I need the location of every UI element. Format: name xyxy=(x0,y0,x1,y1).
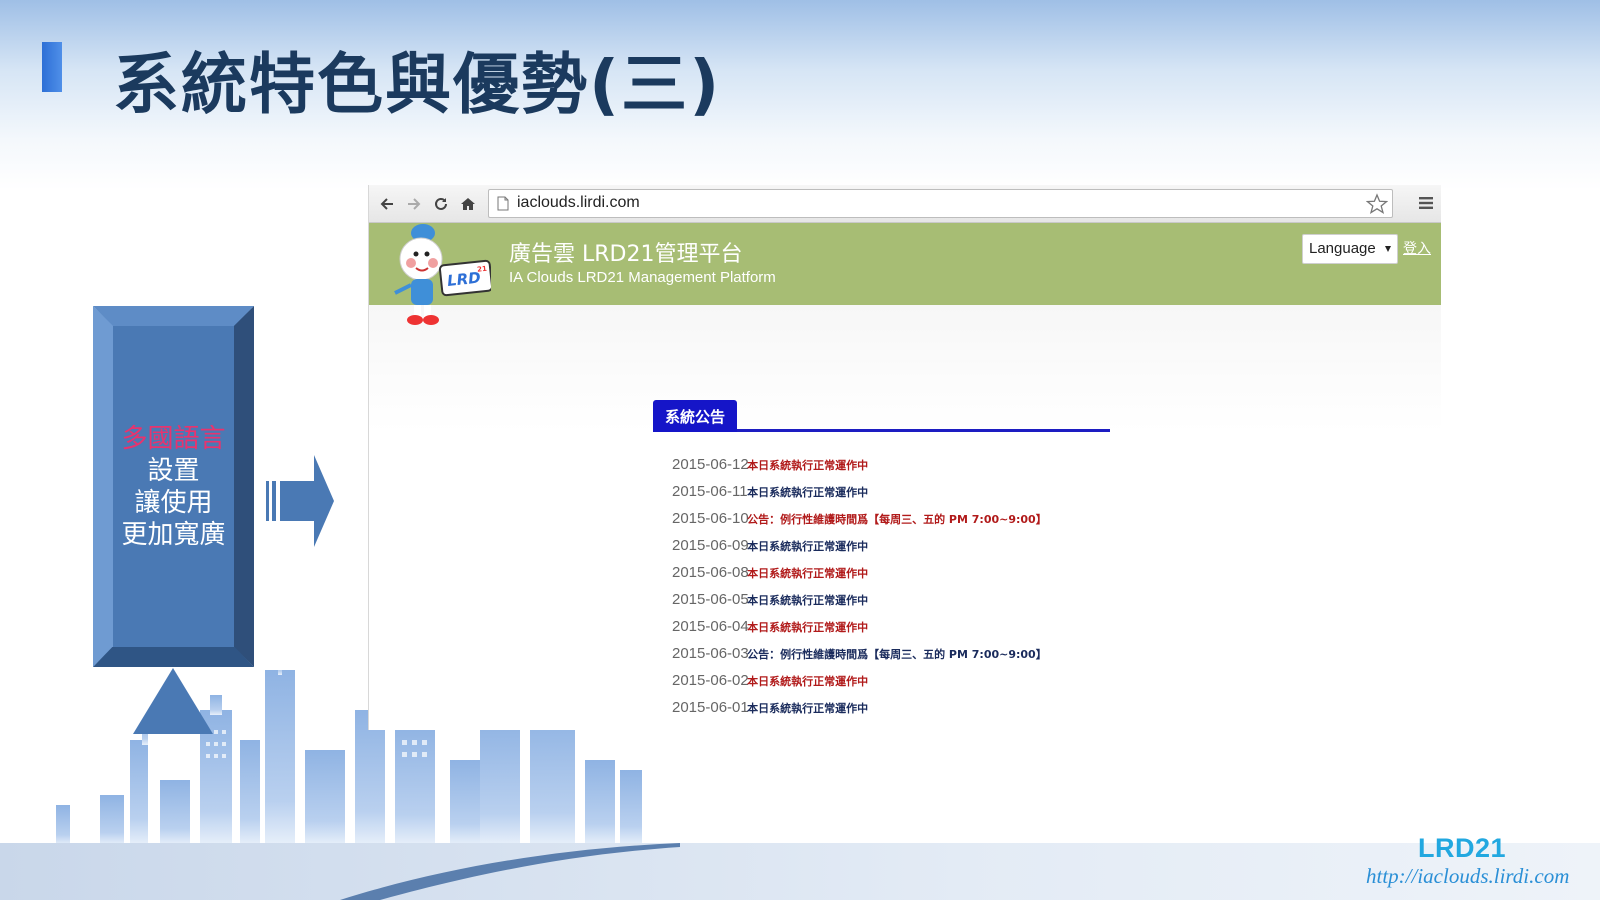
announcement-list: 2015-06-12 本日系統執行正常運作中 2015-06-11 本日系統執行… xyxy=(653,454,1110,724)
feature-callout-box: 多國語言 設置 讓使用 更加寬廣 xyxy=(93,306,254,667)
footer-band xyxy=(0,843,1600,900)
site-header: 廣告雲 LRD21管理平台 IA Clouds LRD21 Management… xyxy=(369,223,1441,305)
announcement-text[interactable]: 本日系統執行正常運作中 xyxy=(747,621,868,634)
mascot-logo-text: LRD xyxy=(446,269,481,290)
list-item[interactable]: 2015-06-03 公告：例行性維護時間爲【每周三、五的 PM 7:00~9:… xyxy=(653,643,1110,670)
feature-highlight-text: 多國語言 xyxy=(121,423,226,454)
announcement-date: 2015-06-01 xyxy=(672,699,749,716)
chevron-down-icon xyxy=(1385,246,1391,252)
announcement-text[interactable]: 本日系統執行正常運作中 xyxy=(747,675,868,688)
announcement-date: 2015-06-02 xyxy=(672,672,749,689)
brand-name: LRD21 xyxy=(1418,833,1507,863)
reload-icon[interactable] xyxy=(429,192,453,216)
list-item[interactable]: 2015-06-02 本日系統執行正常運作中 xyxy=(653,670,1110,697)
announcement-text[interactable]: 本日系統執行正常運作中 xyxy=(747,540,868,553)
mascot-logo-superscript: 21 xyxy=(477,265,488,274)
announcement-board: 系統公告 2015-06-12 本日系統執行正常運作中 2015-06-11 本… xyxy=(653,400,1110,724)
announcement-text[interactable]: 本日系統執行正常運作中 xyxy=(747,594,868,607)
list-item[interactable]: 2015-06-08 本日系統執行正常運作中 xyxy=(653,562,1110,589)
bookmark-star-icon[interactable] xyxy=(1366,193,1388,215)
mascot-logo: LRD 21 xyxy=(394,224,491,325)
announcement-text[interactable]: 公告：例行性維護時間爲【每周三、五的 PM 7:00~9:00】 xyxy=(747,513,1047,526)
announcement-text[interactable]: 本日系統執行正常運作中 xyxy=(747,702,868,715)
feature-text-line: 讓使用 xyxy=(134,487,213,518)
site-subtitle: IA Clouds LRD21 Management Platform xyxy=(509,269,776,286)
announcement-text[interactable]: 本日系統執行正常運作中 xyxy=(747,486,868,499)
box-bevel-bottom xyxy=(93,647,254,667)
feature-text-line: 設置 xyxy=(147,455,200,486)
list-item[interactable]: 2015-06-05 本日系統執行正常運作中 xyxy=(653,589,1110,616)
announcement-date: 2015-06-10 xyxy=(672,510,749,527)
brand-url[interactable]: http://iaclouds.lirdi.com xyxy=(1366,864,1569,889)
box-bevel-right xyxy=(234,306,254,667)
right-arrow-icon xyxy=(266,455,334,547)
url-text[interactable]: iaclouds.lirdi.com xyxy=(517,194,640,212)
title-accent-bar xyxy=(42,42,62,92)
announcement-date: 2015-06-11 xyxy=(672,483,748,500)
list-item[interactable]: 2015-06-09 本日系統執行正常運作中 xyxy=(653,535,1110,562)
list-item[interactable]: 2015-06-10 公告：例行性維護時間爲【每周三、五的 PM 7:00~9:… xyxy=(653,508,1110,535)
slide-title: 系統特色與優勢(三) xyxy=(113,46,722,123)
language-select-value: Language xyxy=(1309,240,1376,257)
language-select[interactable]: Language xyxy=(1302,234,1398,264)
announcement-date: 2015-06-08 xyxy=(672,564,749,581)
announcement-date: 2015-06-04 xyxy=(672,618,749,635)
announcement-date: 2015-06-12 xyxy=(672,456,749,473)
feature-box-face: 多國語言 設置 讓使用 更加寬廣 xyxy=(113,326,234,647)
menu-icon[interactable] xyxy=(1419,196,1433,210)
list-item[interactable]: 2015-06-04 本日系統執行正常運作中 xyxy=(653,616,1110,643)
announcement-date: 2015-06-09 xyxy=(672,537,749,554)
box-bevel-left xyxy=(93,306,113,667)
announcement-text[interactable]: 公告：例行性維護時間爲【每周三、五的 PM 7:00~9:00】 xyxy=(747,648,1047,661)
footer-swoosh xyxy=(340,843,680,900)
tab-announcements[interactable]: 系統公告 xyxy=(653,400,738,432)
announcement-text[interactable]: 本日系統執行正常運作中 xyxy=(747,459,868,472)
announcement-date: 2015-06-05 xyxy=(672,591,749,608)
address-bar[interactable]: iaclouds.lirdi.com xyxy=(488,189,1393,218)
site-title: 廣告雲 LRD21管理平台 xyxy=(509,242,743,267)
login-link[interactable]: 登入 xyxy=(1403,238,1431,258)
browser-toolbar: iaclouds.lirdi.com xyxy=(369,185,1441,223)
list-item[interactable]: 2015-06-12 本日系統執行正常運作中 xyxy=(653,454,1110,481)
box-bevel-top xyxy=(93,306,254,326)
announcement-date: 2015-06-03 xyxy=(672,645,749,662)
back-arrow-icon[interactable] xyxy=(375,192,399,216)
home-icon[interactable] xyxy=(456,192,480,216)
feature-text-line: 更加寬廣 xyxy=(121,519,226,550)
forward-arrow-icon[interactable] xyxy=(402,192,426,216)
announcement-text[interactable]: 本日系統執行正常運作中 xyxy=(747,567,868,580)
page-icon xyxy=(497,196,509,211)
list-item[interactable]: 2015-06-01 本日系統執行正常運作中 xyxy=(653,697,1110,724)
list-item[interactable]: 2015-06-11 本日系統執行正常運作中 xyxy=(653,481,1110,508)
